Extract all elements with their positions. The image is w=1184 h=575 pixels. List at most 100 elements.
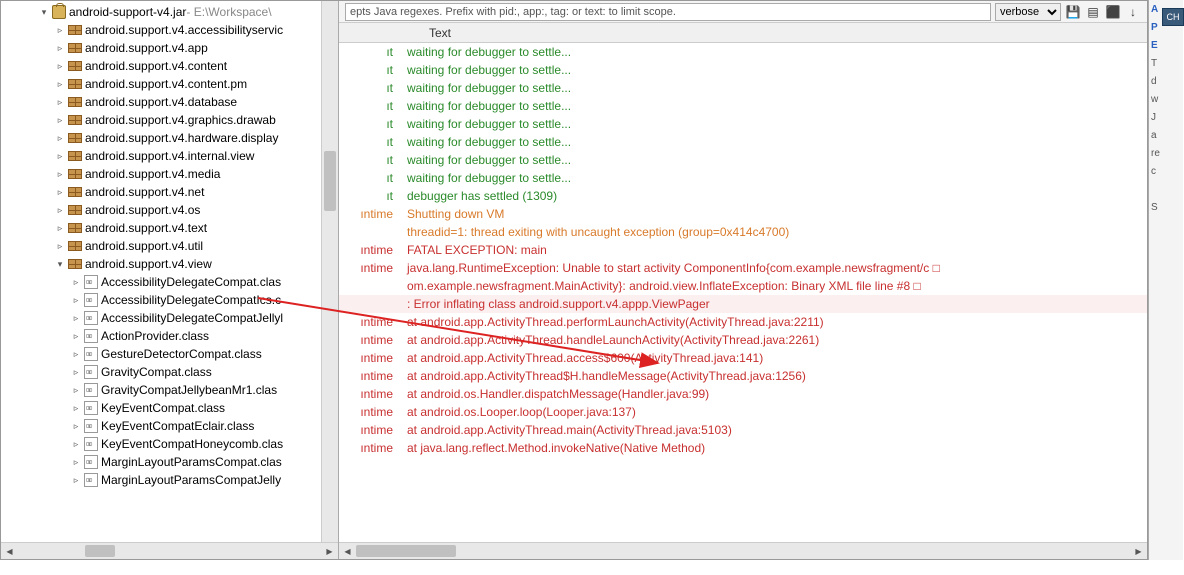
tree-package[interactable]: ▹android.support.v4.text bbox=[1, 219, 338, 237]
expander-icon[interactable]: ▹ bbox=[55, 61, 65, 72]
expander-icon[interactable]: ▹ bbox=[71, 385, 81, 396]
expander-icon[interactable]: ▹ bbox=[55, 43, 65, 54]
tree-package[interactable]: ▹android.support.v4.content.pm bbox=[1, 75, 338, 93]
expander-icon[interactable]: ▹ bbox=[55, 205, 65, 216]
filter-input[interactable] bbox=[345, 3, 991, 21]
tree-package[interactable]: ▹android.support.v4.accessibilityservic bbox=[1, 21, 338, 39]
expander-icon[interactable]: ▹ bbox=[55, 25, 65, 36]
tree-package[interactable]: ▹android.support.v4.database bbox=[1, 93, 338, 111]
scroll-lock-icon[interactable]: ↓ bbox=[1125, 4, 1141, 20]
expander-icon[interactable]: ▹ bbox=[71, 277, 81, 288]
expander-icon[interactable]: ▹ bbox=[71, 421, 81, 432]
expander-icon[interactable]: ▹ bbox=[71, 457, 81, 468]
ime-indicator[interactable]: CH bbox=[1162, 8, 1184, 26]
scroll-left-icon[interactable]: ◀ bbox=[339, 543, 356, 560]
expander-icon[interactable]: ▹ bbox=[55, 97, 65, 108]
expander-icon[interactable]: ▹ bbox=[71, 439, 81, 450]
tree-package[interactable]: ▹android.support.v4.content bbox=[1, 57, 338, 75]
expander-icon[interactable]: ▹ bbox=[71, 295, 81, 306]
clear-icon[interactable]: ▤ bbox=[1085, 4, 1101, 20]
expander-icon[interactable]: ▹ bbox=[71, 313, 81, 324]
expander-icon[interactable]: ▹ bbox=[55, 169, 65, 180]
log-row[interactable]: ıtwaiting for debugger to settle... bbox=[339, 115, 1147, 133]
expander-icon[interactable]: ▹ bbox=[55, 223, 65, 234]
log-body[interactable]: ıtwaiting for debugger to settle...ıtwai… bbox=[339, 43, 1147, 542]
log-row[interactable]: ıtwaiting for debugger to settle... bbox=[339, 79, 1147, 97]
tree-package[interactable]: ▾android.support.v4.view bbox=[1, 255, 338, 273]
tree-package[interactable]: ▹android.support.v4.os bbox=[1, 201, 338, 219]
tree-class[interactable]: ▹MarginLayoutParamsCompat.clas bbox=[1, 453, 338, 471]
log-row[interactable]: ıntimeat android.app.ActivityThread.hand… bbox=[339, 331, 1147, 349]
horizontal-scrollbar[interactable]: ◀ ▶ bbox=[1, 542, 338, 559]
tree-package[interactable]: ▹android.support.v4.media bbox=[1, 165, 338, 183]
tree-class[interactable]: ▹GravityCompatJellybeanMr1.clas bbox=[1, 381, 338, 399]
log-row[interactable]: threadid=1: thread exiting with uncaught… bbox=[339, 223, 1147, 241]
log-text: om.example.newsfragment.MainActivity}: a… bbox=[407, 279, 1147, 293]
expander-icon[interactable]: ▹ bbox=[71, 331, 81, 342]
expander-icon[interactable]: ▹ bbox=[55, 151, 65, 162]
log-row[interactable]: : Error inflating class android.support.… bbox=[339, 295, 1147, 313]
scroll-thumb[interactable] bbox=[85, 545, 115, 557]
tree-class[interactable]: ▹ActionProvider.class bbox=[1, 327, 338, 345]
log-tag: ıntime bbox=[339, 243, 407, 257]
tree-jar[interactable]: ▾android-support-v4.jar - E:\Workspace\ bbox=[1, 3, 338, 21]
tree-package[interactable]: ▹android.support.v4.net bbox=[1, 183, 338, 201]
expander-icon[interactable]: ▹ bbox=[71, 403, 81, 414]
tree-class[interactable]: ▹AccessibilityDelegateCompatIcs.c bbox=[1, 291, 338, 309]
log-row[interactable]: ıntimeShutting down VM bbox=[339, 205, 1147, 223]
display-icon[interactable]: ⬛ bbox=[1105, 4, 1121, 20]
tree-package[interactable]: ▹android.support.v4.internal.view bbox=[1, 147, 338, 165]
log-row[interactable]: ıntimeat java.lang.reflect.Method.invoke… bbox=[339, 439, 1147, 457]
log-level-select[interactable]: verbose bbox=[995, 3, 1061, 21]
log-row[interactable]: ıtwaiting for debugger to settle... bbox=[339, 151, 1147, 169]
log-row[interactable]: ıntimeat android.app.ActivityThread.acce… bbox=[339, 349, 1147, 367]
tree-package[interactable]: ▹android.support.v4.hardware.display bbox=[1, 129, 338, 147]
expander-icon[interactable]: ▹ bbox=[71, 349, 81, 360]
tree-class[interactable]: ▹KeyEventCompatHoneycomb.clas bbox=[1, 435, 338, 453]
tree-class[interactable]: ▹KeyEventCompatEclair.class bbox=[1, 417, 338, 435]
path-suffix: - E:\Workspace\ bbox=[186, 5, 271, 19]
log-row[interactable]: om.example.newsfragment.MainActivity}: a… bbox=[339, 277, 1147, 295]
tree-package[interactable]: ▹android.support.v4.app bbox=[1, 39, 338, 57]
scroll-left-icon[interactable]: ◀ bbox=[1, 543, 18, 560]
scroll-right-icon[interactable]: ▶ bbox=[321, 543, 338, 560]
tree-class[interactable]: ▹AccessibilityDelegateCompatJellyl bbox=[1, 309, 338, 327]
log-row[interactable]: ıtwaiting for debugger to settle... bbox=[339, 97, 1147, 115]
tree-label: AccessibilityDelegateCompat.clas bbox=[101, 275, 281, 289]
scroll-thumb[interactable] bbox=[324, 151, 336, 211]
tree-class[interactable]: ▹MarginLayoutParamsCompatJelly bbox=[1, 471, 338, 489]
save-icon[interactable]: 💾 bbox=[1065, 4, 1081, 20]
tree-class[interactable]: ▹GravityCompat.class bbox=[1, 363, 338, 381]
expander-icon[interactable]: ▹ bbox=[55, 79, 65, 90]
log-row[interactable]: ıtwaiting for debugger to settle... bbox=[339, 43, 1147, 61]
tree-class[interactable]: ▹ AccessibilityDelegateCompat.clas bbox=[1, 273, 338, 291]
log-row[interactable]: ıntimeat android.os.Looper.loop(Looper.j… bbox=[339, 403, 1147, 421]
scroll-thumb[interactable] bbox=[356, 545, 456, 557]
log-row[interactable]: ıntimeat android.app.ActivityThread$H.ha… bbox=[339, 367, 1147, 385]
log-row[interactable]: ıtdebugger has settled (1309) bbox=[339, 187, 1147, 205]
expander-icon[interactable]: ▾ bbox=[39, 7, 49, 18]
tree-package[interactable]: ▹android.support.v4.util bbox=[1, 237, 338, 255]
expander-icon[interactable]: ▹ bbox=[55, 133, 65, 144]
horizontal-scrollbar[interactable]: ◀ ▶ bbox=[339, 542, 1147, 559]
log-row[interactable]: ıntimeat android.app.ActivityThread.main… bbox=[339, 421, 1147, 439]
log-row[interactable]: ıtwaiting for debugger to settle... bbox=[339, 169, 1147, 187]
tree-class[interactable]: ▹GestureDetectorCompat.class bbox=[1, 345, 338, 363]
expander-icon[interactable]: ▹ bbox=[55, 115, 65, 126]
expander-icon[interactable]: ▹ bbox=[71, 367, 81, 378]
log-row[interactable]: ıntimeat android.os.Handler.dispatchMess… bbox=[339, 385, 1147, 403]
vertical-scrollbar[interactable] bbox=[321, 1, 338, 542]
log-row[interactable]: ıntimeat android.app.ActivityThread.perf… bbox=[339, 313, 1147, 331]
tree-class[interactable]: ▹KeyEventCompat.class bbox=[1, 399, 338, 417]
tree-package[interactable]: ▹android.support.v4.graphics.drawab bbox=[1, 111, 338, 129]
scroll-right-icon[interactable]: ▶ bbox=[1130, 543, 1147, 560]
expander-icon[interactable]: ▾ bbox=[55, 259, 65, 270]
expander-icon[interactable]: ▹ bbox=[55, 187, 65, 198]
expander-icon[interactable]: ▹ bbox=[71, 475, 81, 486]
log-row[interactable]: ıtwaiting for debugger to settle... bbox=[339, 133, 1147, 151]
log-row[interactable]: ıntimeFATAL EXCEPTION: main bbox=[339, 241, 1147, 259]
log-row[interactable]: ıntimejava.lang.RuntimeException: Unable… bbox=[339, 259, 1147, 277]
expander-icon[interactable]: ▹ bbox=[55, 241, 65, 252]
tree[interactable]: ▾android-support-v4.jar - E:\Workspace\▹… bbox=[1, 1, 338, 542]
log-row[interactable]: ıtwaiting for debugger to settle... bbox=[339, 61, 1147, 79]
